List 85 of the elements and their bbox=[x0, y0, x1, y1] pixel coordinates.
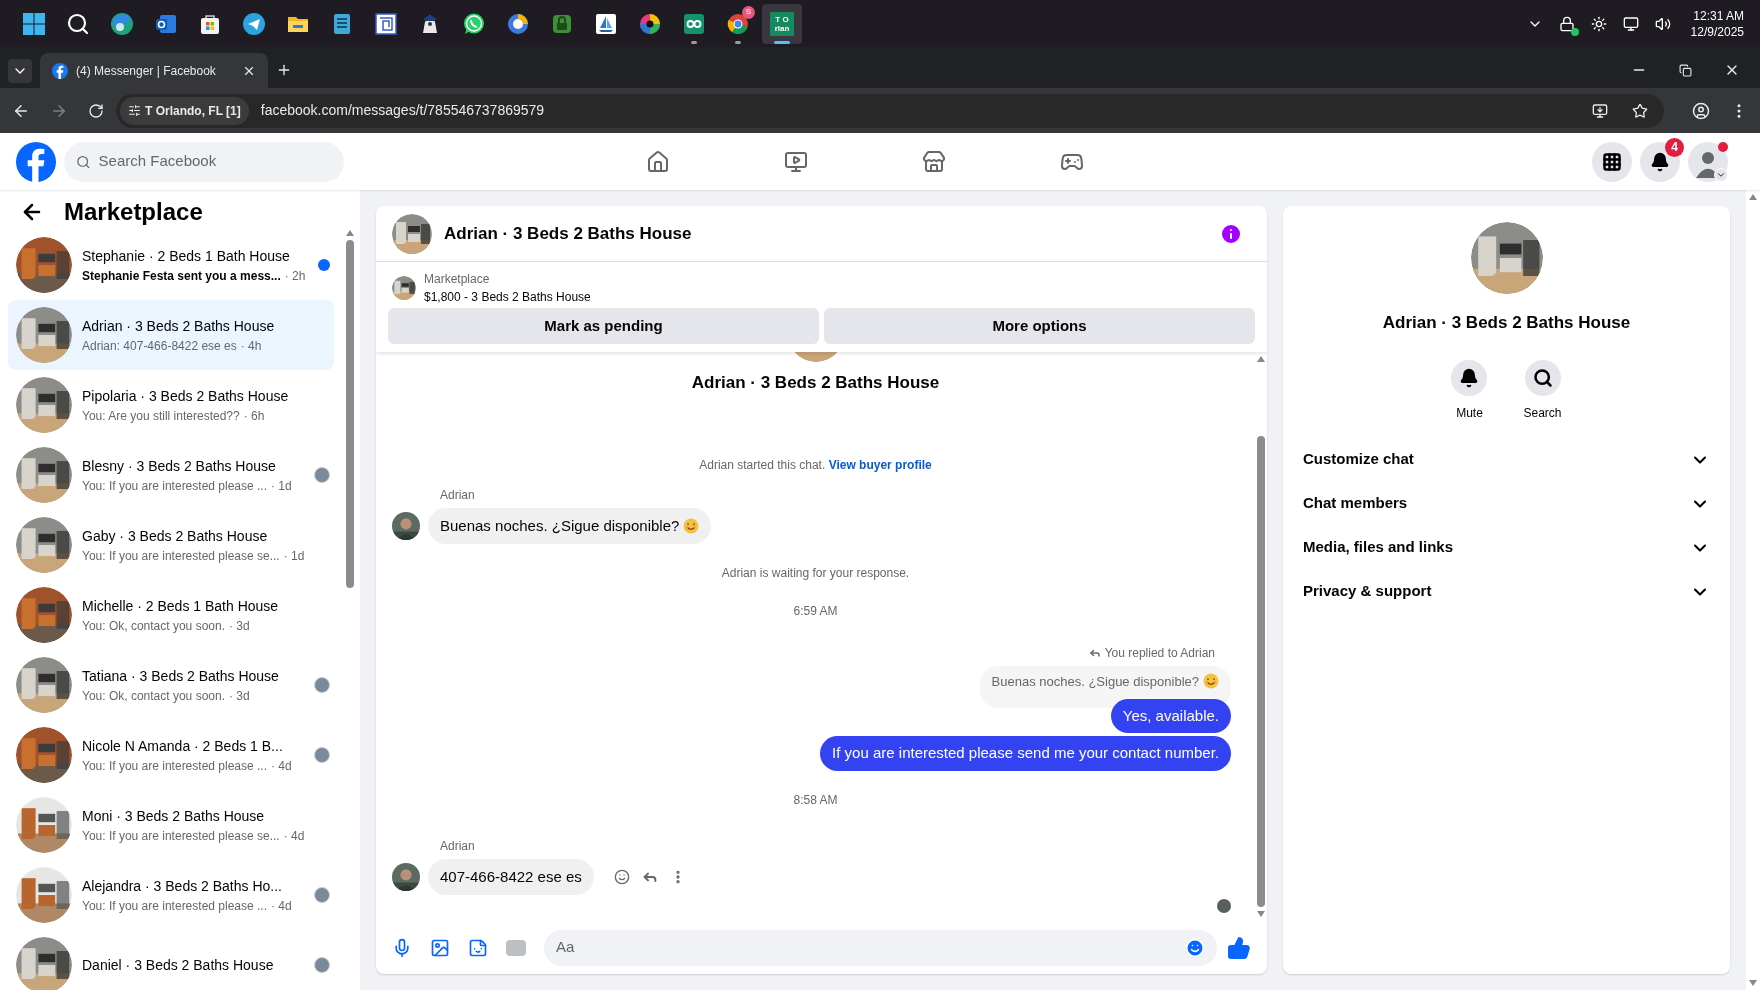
sender-name: Adrian bbox=[440, 486, 476, 504]
listing-label: Marketplace bbox=[424, 271, 491, 289]
quoted-text: Buenas noches. ¿Sigue disponible? bbox=[991, 674, 1199, 690]
conversation-name: Michelle · 2 Beds 1 Bath House bbox=[82, 596, 280, 616]
conversation-name: Pipolaria · 3 Beds 2 Baths House bbox=[82, 386, 290, 406]
conversation-name: Blesny · 3 Beds 2 Baths House bbox=[82, 456, 277, 476]
chat-title: Adrian · 3 Beds 2 Baths House bbox=[444, 222, 693, 245]
conversation-item[interactable]: Tatiana · 3 Beds 2 Baths House You: Ok, contact you soon. · 3d bbox=[8, 650, 334, 720]
action-label: Search bbox=[1523, 404, 1562, 422]
message-bubble[interactable]: Yes, available. bbox=[1110, 698, 1231, 734]
conversation-name: Gaby · 3 Beds 2 Baths House bbox=[82, 526, 269, 546]
conversation-name: Nicole N Amanda · 2 Beds 1 B... bbox=[82, 736, 284, 756]
message-time: · 4d bbox=[271, 757, 292, 775]
message-preview: You: Ok, contact you soon. bbox=[82, 617, 225, 635]
listing-title[interactable]: $1,800 - 3 Beds 2 Baths House bbox=[424, 288, 591, 307]
notification-count: 4 bbox=[1665, 137, 1684, 157]
conversation-item[interactable]: Nicole N Amanda · 2 Beds 1 B... You: If you are interested please ... · 4d bbox=[8, 720, 334, 790]
message-preview: You: If you are interested please se... bbox=[82, 827, 280, 845]
details-section[interactable]: Media, files and links bbox=[1291, 525, 1722, 570]
details-section[interactable]: Privacy & support bbox=[1291, 569, 1722, 614]
message-time: · 3d bbox=[229, 617, 250, 635]
url-text: facebook.com/messages/t/785546737869579 bbox=[260, 101, 546, 120]
message-bubble[interactable]: Buenas noches. ¿Sigue disponible? bbox=[428, 507, 712, 545]
message-preview: You: If you are interested please ... bbox=[82, 477, 267, 495]
search-field[interactable]: Search Facebook bbox=[64, 141, 344, 182]
message-input[interactable]: Aa bbox=[556, 936, 1185, 959]
chat-intro-title: Adrian · 3 Beds 2 Baths House bbox=[691, 372, 940, 395]
message-time: · 6h bbox=[243, 407, 265, 425]
conversation-name: Daniel · 3 Beds 2 Baths House bbox=[82, 955, 275, 975]
message-time: · 4h bbox=[240, 337, 262, 355]
conversation-item[interactable]: Michelle · 2 Beds 1 Bath House You: Ok, contact you soon. · 3d bbox=[8, 580, 334, 650]
tab-title: (4) Messenger | Facebook bbox=[76, 62, 217, 80]
conversation-item[interactable]: Gaby · 3 Beds 2 Baths House You: If you are interested please se... · 1d bbox=[8, 510, 334, 580]
timestamp: 6:59 AM bbox=[793, 603, 838, 621]
message-preview: You: Are you still interested?? bbox=[82, 407, 240, 425]
message-preview: You: If you are interested please se... bbox=[82, 547, 280, 565]
message-time: · 4d bbox=[271, 897, 292, 915]
buyer-profile-link[interactable]: View buyer profile bbox=[828, 457, 932, 472]
conversation-name: Stephanie · 2 Beds 1 Bath House bbox=[82, 246, 291, 266]
address-bar[interactable]: T Orlando, FL [1] facebook.com/messages/t/785546737869579 bbox=[116, 93, 1664, 128]
site-chip-label: T Orlando, FL [1] bbox=[145, 102, 241, 120]
conversation-name: Moni · 3 Beds 2 Baths House bbox=[82, 806, 266, 826]
message-preview: You: Ok, contact you soon. bbox=[82, 687, 225, 705]
reply-note-text: You replied to Adrian bbox=[1104, 645, 1215, 663]
details-title: Adrian · 3 Beds 2 Baths House bbox=[1382, 312, 1631, 334]
message-time: · 1d bbox=[283, 547, 305, 565]
message-preview: You: If you are interested please ... bbox=[82, 757, 267, 775]
chat-intro-text: Adrian started this chat. View buyer profile bbox=[699, 456, 932, 474]
message-field[interactable]: Aa bbox=[544, 929, 1217, 966]
conversation-item[interactable]: Moni · 3 Beds 2 Baths House You: If you are interested please se... · 4d bbox=[8, 790, 334, 860]
clock-date[interactable]: 12/9/2025 bbox=[1690, 23, 1744, 40]
message-preview: You: If you are interested please ... bbox=[82, 897, 267, 915]
message-time: · 2h bbox=[284, 267, 306, 285]
search-input[interactable]: Search Facebook bbox=[98, 150, 332, 173]
app-tile-icon[interactable]: T O rlan bbox=[770, 11, 794, 36]
conversation-name: Tatiana · 3 Beds 2 Baths House bbox=[82, 666, 280, 686]
browser-tab[interactable]: (4) Messenger | Facebook bbox=[40, 53, 268, 88]
message-bubble[interactable]: If you are interested please send me your contact number. bbox=[820, 736, 1231, 771]
conversation-item[interactable]: Adrian · 3 Beds 2 Baths House Adrian: 407-466-8422 ese es · 4h bbox=[8, 300, 334, 370]
clock-time[interactable]: 12:31 AM bbox=[1693, 7, 1744, 24]
action-label: Mute bbox=[1456, 404, 1483, 422]
sidebar-title: Marketplace bbox=[64, 197, 203, 227]
conversation-item[interactable]: Blesny · 3 Beds 2 Baths House You: If you are interested please ... · 1d bbox=[8, 440, 334, 510]
conversation-item[interactable]: Pipolaria · 3 Beds 2 Baths House You: Are you still interested?? · 6h bbox=[8, 370, 334, 440]
details-section[interactable]: Chat members bbox=[1291, 481, 1722, 526]
conversation-item[interactable]: Daniel · 3 Beds 2 Baths House bbox=[8, 930, 334, 990]
profile-badge: S bbox=[742, 5, 755, 19]
message-time: · 4d bbox=[283, 827, 305, 845]
listing-action-button[interactable]: More options bbox=[824, 308, 1255, 345]
message-time: · 1d bbox=[271, 477, 292, 495]
site-info-chip[interactable]: T Orlando, FL [1] bbox=[120, 96, 249, 125]
conversation-name: Adrian · 3 Beds 2 Baths House bbox=[82, 316, 276, 336]
conversation-item[interactable]: Alejandra · 3 Beds 2 Baths Ho... You: If you are interested please ... · 4d bbox=[8, 860, 334, 930]
timestamp: 8:58 AM bbox=[793, 791, 838, 809]
message-time: · 3d bbox=[229, 687, 250, 705]
sender-name: Adrian bbox=[440, 837, 476, 855]
conversation-item[interactable]: Stephanie · 2 Beds 1 Bath House Stephanie Festa sent you a mess... · 2h bbox=[8, 230, 334, 300]
details-section[interactable]: Customize chat bbox=[1291, 437, 1722, 482]
message-preview: Stephanie Festa sent you a mess... bbox=[82, 267, 281, 285]
listing-action-button[interactable]: Mark as pending bbox=[388, 308, 819, 345]
taskbar-button[interactable]: T O rlan bbox=[762, 3, 802, 44]
message-bubble[interactable]: 407-466-8422 ese es bbox=[428, 858, 594, 896]
status-notice: Adrian is waiting for your response. bbox=[721, 565, 910, 583]
conversation-name: Alejandra · 3 Beds 2 Baths Ho... bbox=[82, 876, 283, 896]
message-preview: Adrian: 407-466-8422 ese es bbox=[82, 337, 237, 355]
